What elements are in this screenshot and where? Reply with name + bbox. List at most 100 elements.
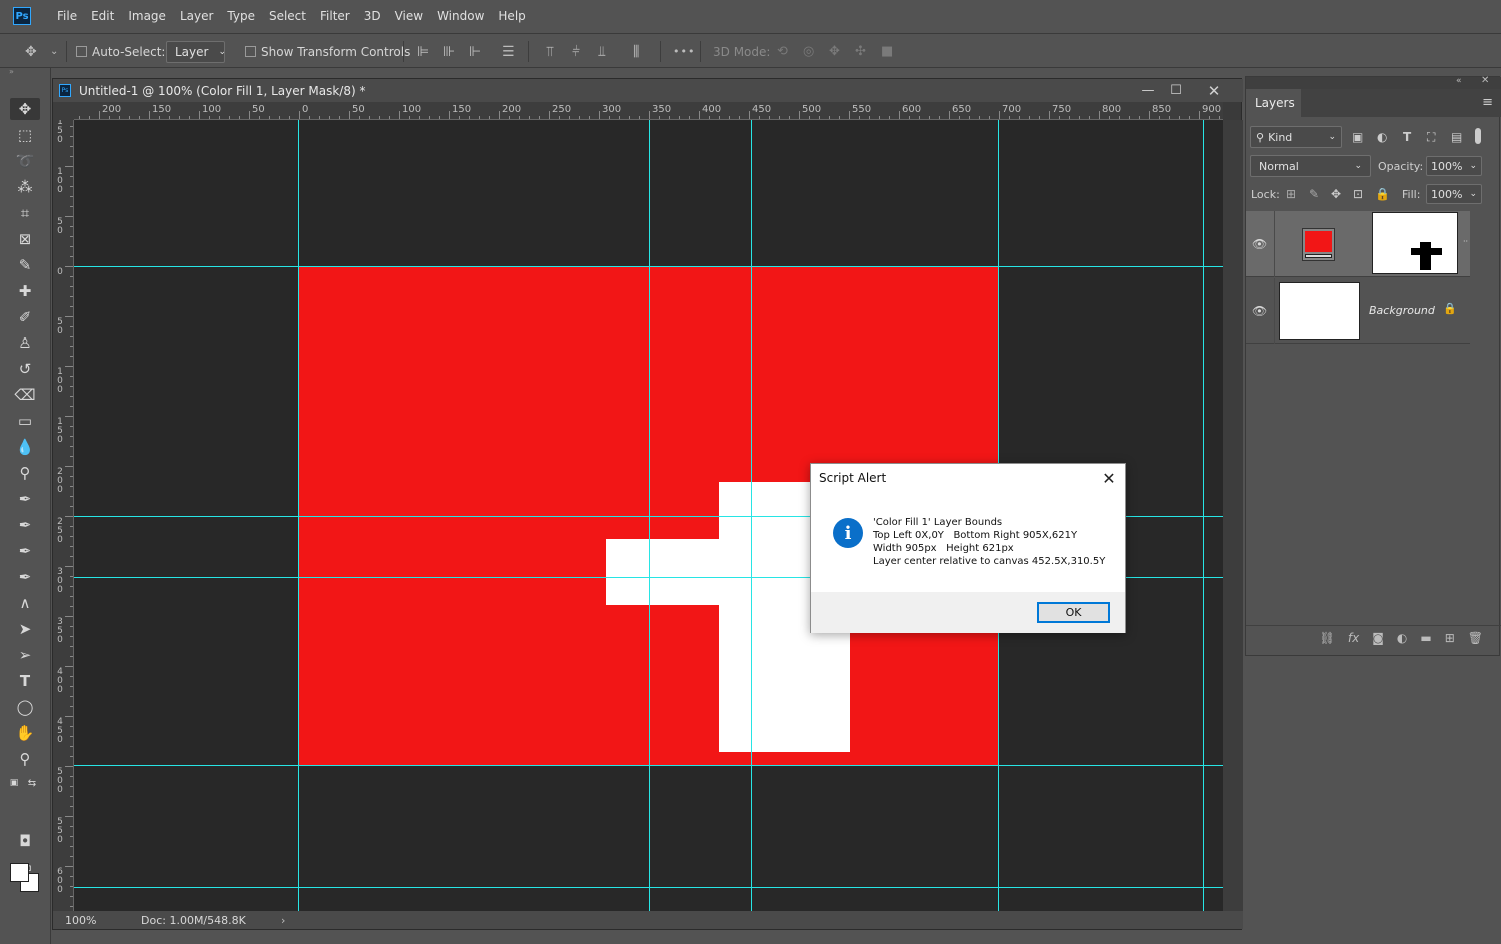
direct-selection-tool-icon[interactable]: ➢ — [10, 644, 40, 666]
menu-file[interactable]: File — [50, 0, 84, 32]
crop-tool-icon[interactable]: ⌗ — [10, 202, 40, 224]
quick-mask-icon[interactable]: ◘ — [10, 830, 40, 852]
horizontal-ruler[interactable]: 200 150 100 50 0 50 100 150 200 250 300 350 400 450 50… — [74, 102, 1223, 120]
magic-wand-tool-icon[interactable]: ⁂ — [10, 176, 40, 198]
eraser-tool-icon[interactable]: ⌫ — [10, 384, 40, 406]
drag-3d-icon[interactable]: ✥ — [829, 34, 840, 69]
layer-row-color-fill[interactable]: 👁 ·· — [1246, 211, 1470, 277]
dodge-tool-icon[interactable]: ⚲ — [10, 462, 40, 484]
lock-position-icon[interactable]: ✥ — [1331, 187, 1341, 201]
menu-view[interactable]: View — [388, 0, 430, 32]
align-right-icon[interactable]: ⊩ — [469, 34, 481, 69]
checkbox-box[interactable] — [245, 46, 256, 57]
filter-type-icon[interactable]: T — [1403, 130, 1411, 144]
menu-help[interactable]: Help — [491, 0, 532, 32]
chevron-right-icon[interactable]: › — [281, 914, 285, 927]
hand-tool-icon[interactable]: ✋ — [10, 722, 40, 744]
link-layers-icon[interactable]: ⛓ — [1320, 631, 1335, 645]
menu-layer[interactable]: Layer — [173, 0, 220, 32]
add-anchor-point-icon[interactable]: ✒ — [10, 566, 40, 588]
visibility-eye-icon[interactable]: 👁 — [1252, 237, 1267, 251]
trash-icon[interactable]: 🗑 — [1468, 631, 1483, 645]
blend-mode-dropdown[interactable]: Normal ⌄ — [1250, 155, 1371, 177]
chevron-down-icon[interactable]: ⌄ — [50, 34, 58, 69]
maximize-icon[interactable]: ☐ — [1161, 79, 1191, 102]
orbit-3d-icon[interactable]: ⟲ — [777, 34, 788, 69]
visibility-eye-icon[interactable]: 👁 — [1252, 304, 1267, 318]
frame-tool-icon[interactable]: ⊠ — [10, 228, 40, 250]
distribute-icon[interactable]: ☰ — [502, 34, 515, 69]
slide-3d-icon[interactable]: ✣ — [855, 34, 866, 69]
filter-smart-object-icon[interactable]: ▤ — [1451, 130, 1462, 144]
collapse-panels-icon[interactable]: « — [1456, 76, 1462, 86]
auto-select-dropdown[interactable]: Layer ⌄ — [166, 40, 226, 63]
menu-3d[interactable]: 3D — [357, 0, 388, 32]
move-tool-icon[interactable]: ✥ — [10, 98, 40, 120]
align-bottom-icon[interactable]: ⫫ — [598, 34, 606, 69]
lasso-tool-icon[interactable]: ➰ — [10, 150, 40, 172]
type-tool-icon[interactable]: T — [10, 670, 40, 692]
opacity-input[interactable]: 100% ⌄ — [1426, 156, 1482, 176]
convert-point-tool-icon[interactable]: ∧ — [10, 592, 40, 614]
ok-button[interactable]: OK — [1037, 602, 1110, 623]
curvature-pen-tool-icon[interactable]: ✒ — [10, 540, 40, 562]
menu-filter[interactable]: Filter — [313, 0, 357, 32]
layer-row-background[interactable]: 👁 Background 🔒 — [1246, 278, 1470, 344]
fill-input[interactable]: 100% ⌄ — [1426, 184, 1482, 204]
eyedropper-tool-icon[interactable]: ✎ — [10, 254, 40, 276]
lock-pixels-icon[interactable]: ✎ — [1309, 187, 1319, 201]
minimize-icon[interactable]: — — [1133, 79, 1163, 102]
vertical-ruler[interactable]: 1 5 0 1 0 0 5 0 0 5 0 1 0 0 1 5 0 2 0 0 2 5 0 3 0… — [53, 120, 74, 912]
freeform-pen-tool-icon[interactable]: ✒ — [10, 514, 40, 536]
move-tool-preset-icon[interactable]: ✥ — [25, 34, 37, 69]
zoom-level[interactable]: 100% — [65, 914, 141, 927]
guide-horizontal[interactable] — [74, 266, 1223, 267]
align-top-icon[interactable]: ⫪ — [546, 34, 554, 69]
roll-3d-icon[interactable]: ◎ — [803, 34, 814, 69]
layer-name[interactable]: Background — [1369, 304, 1435, 317]
zoom-tool-icon[interactable]: ⚲ — [10, 748, 40, 770]
foreground-color-swatch[interactable] — [10, 863, 29, 882]
auto-select-checkbox[interactable]: Auto-Select: — [76, 34, 165, 69]
document-tab[interactable]: Ps Untitled-1 @ 100% (Color Fill 1, Laye… — [53, 79, 1243, 102]
menu-edit[interactable]: Edit — [84, 0, 121, 32]
filter-pixel-icon[interactable]: ▣ — [1352, 130, 1363, 144]
guide-horizontal[interactable] — [74, 887, 1223, 888]
filter-toggle[interactable] — [1475, 128, 1481, 144]
close-icon[interactable]: ✕ — [1199, 79, 1229, 102]
adjustment-layer-icon[interactable]: ◐ — [1397, 631, 1407, 645]
gradient-tool-icon[interactable]: ▭ — [10, 410, 40, 432]
ruler-corner[interactable] — [53, 102, 74, 120]
close-icon[interactable]: ✕ — [1097, 466, 1121, 490]
lock-all-icon[interactable]: 🔒 — [1375, 187, 1390, 201]
new-layer-icon[interactable]: ⊞ — [1445, 631, 1455, 645]
marquee-tool-icon[interactable]: ⬚ — [10, 124, 40, 146]
checkbox-box[interactable] — [76, 46, 87, 57]
blur-tool-icon[interactable]: 💧 — [10, 436, 40, 458]
lock-transparency-icon[interactable]: ⊞ — [1286, 187, 1296, 201]
distribute-vertical-icon[interactable]: ⫼ — [633, 34, 639, 69]
background-thumbnail[interactable] — [1279, 282, 1360, 340]
pen-tool-icon[interactable]: ✒ — [10, 488, 40, 510]
align-middle-icon[interactable]: ⫩ — [572, 34, 580, 69]
more-options-icon[interactable]: ••• — [673, 34, 695, 69]
panel-menu-icon[interactable]: ≡ — [1482, 95, 1493, 110]
healing-brush-tool-icon[interactable]: ✚ — [10, 280, 40, 302]
swap-colors-icon[interactable]: ⇆ — [24, 776, 40, 790]
collapse-icon[interactable]: » — [9, 65, 39, 77]
fill-layer-thumbnail[interactable] — [1302, 228, 1335, 261]
filter-shape-icon[interactable]: ⛶ — [1427, 130, 1435, 145]
menu-image[interactable]: Image — [121, 0, 173, 32]
align-center-icon[interactable]: ⊪ — [443, 34, 455, 69]
menu-type[interactable]: Type — [220, 0, 262, 32]
fx-icon[interactable]: fx — [1348, 631, 1359, 645]
history-brush-tool-icon[interactable]: ↺ — [10, 358, 40, 380]
filter-adjustment-icon[interactable]: ◐ — [1377, 130, 1387, 144]
close-panel-icon[interactable]: ✕ — [1481, 75, 1489, 86]
scale-3d-icon[interactable]: ■ — [881, 34, 893, 69]
clone-stamp-tool-icon[interactable]: ♙ — [10, 332, 40, 354]
tab-layers[interactable]: Layers — [1246, 89, 1301, 117]
path-selection-tool-icon[interactable]: ➤ — [10, 618, 40, 640]
show-transform-checkbox[interactable]: Show Transform Controls — [245, 34, 410, 69]
filter-kind-dropdown[interactable]: ⚲ Kind ⌄ — [1250, 126, 1342, 148]
